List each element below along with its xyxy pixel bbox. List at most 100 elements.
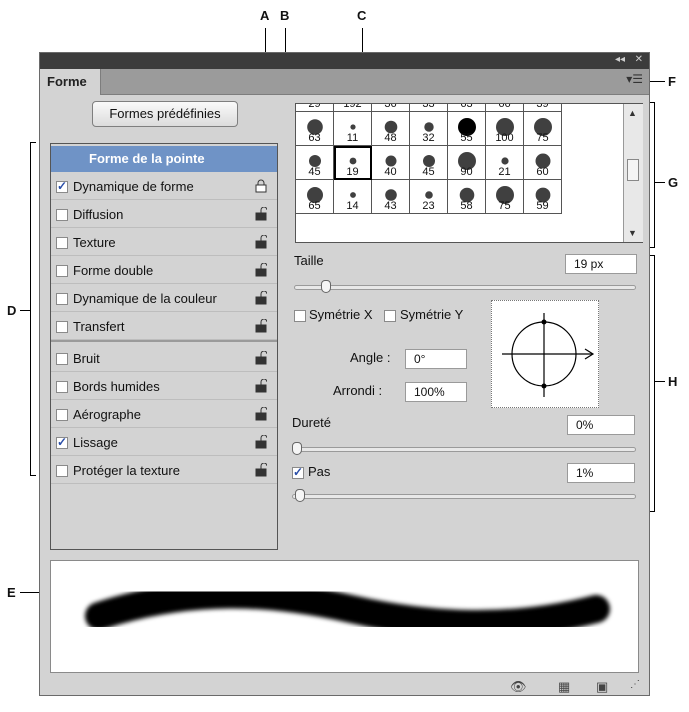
brush-tip-cell[interactable]: 45 [410,146,448,180]
brush-tip-cell[interactable]: 48 [372,112,410,146]
option-checkbox[interactable] [56,265,68,277]
size-slider[interactable] [294,285,636,290]
option-item[interactable]: Bruit [51,346,277,372]
option-item[interactable]: Transfert [51,314,277,340]
brush-tip-cell[interactable]: 33 [410,104,448,112]
brush-tip-cell[interactable]: 58 [448,180,486,214]
brush-tip-cell[interactable]: 11 [334,112,372,146]
scroll-thumb[interactable] [627,159,639,181]
brush-tip-cell[interactable]: 75 [486,180,524,214]
brush-tip-cell[interactable]: 60 [524,146,562,180]
brush-tip-cell[interactable]: 29 [296,104,334,112]
brush-tip-cell[interactable]: 40 [372,146,410,180]
lock-open-icon[interactable] [255,350,268,365]
option-item[interactable]: Forme de la pointe [51,146,277,172]
option-item[interactable]: Aérographe [51,402,277,428]
hardness-slider-knob[interactable] [292,442,302,455]
brush-tip-cell[interactable]: 63 [296,112,334,146]
panel-titlebar[interactable]: ◂◂ ✕ [40,53,649,69]
spacing-field[interactable]: 1% [567,463,635,483]
option-item[interactable]: Texture [51,230,277,256]
brush-tip-cell[interactable]: 65 [296,180,334,214]
option-checkbox[interactable] [56,353,68,365]
brush-tip-cell[interactable]: 39 [524,104,562,112]
lock-open-icon[interactable] [255,234,268,249]
brush-presets-button[interactable]: Formes prédéfinies [92,101,238,127]
size-slider-knob[interactable] [320,280,331,293]
option-checkbox[interactable] [56,435,68,449]
option-label: Forme de la pointe [89,151,205,166]
spacing-checkbox[interactable] [292,465,304,479]
resize-grip-icon[interactable]: ⋰ [630,679,640,690]
brush-tip-cell[interactable]: 63 [448,104,486,112]
brush-tip-cell[interactable]: 23 [410,180,448,214]
roundness-field[interactable]: 100% [405,382,467,402]
option-checkbox[interactable] [56,237,68,249]
brush-tip-cell[interactable]: 100 [486,112,524,146]
lock-open-icon[interactable] [255,262,268,277]
brush-tip-cell[interactable]: 36 [372,104,410,112]
size-field[interactable]: 19 px [565,254,637,274]
option-item[interactable]: Diffusion [51,202,277,228]
brush-tip-cell[interactable]: 45 [296,146,334,180]
lock-open-icon[interactable] [255,378,268,393]
toggle-brush-preview-icon[interactable]: 👁 [510,679,527,695]
option-item[interactable]: Dynamique de forme [51,174,277,200]
brush-tip-cell[interactable]: 192 [334,104,372,112]
lock-closed-icon[interactable] [255,179,267,193]
option-item[interactable]: Protéger la texture [51,458,277,484]
brush-tip-cell[interactable]: 21 [486,146,524,180]
brush-tip-cell[interactable]: 55 [448,112,486,146]
collapse-icon[interactable]: ◂◂ [615,54,625,65]
option-item[interactable]: Bords humides [51,374,277,400]
lock-open-icon[interactable] [255,406,268,421]
option-checkbox[interactable] [56,321,68,333]
option-item[interactable]: Dynamique de la couleur [51,286,277,312]
angle-roundness-widget[interactable] [491,300,599,408]
lock-open-icon[interactable] [255,290,268,305]
brush-tip-cell[interactable]: 90 [448,146,486,180]
brush-tip-size: 58 [460,200,473,212]
lock-open-icon[interactable] [255,206,268,221]
brush-tip-size: 40 [384,166,397,178]
brush-panel-icon[interactable]: ▦ [558,679,570,695]
flip-x-label: Symétrie X [309,307,373,322]
new-brush-icon[interactable]: ▣ [596,679,608,695]
lock-open-icon[interactable] [255,434,268,449]
brush-tip-size: 100 [495,132,514,144]
brush-tip-cell[interactable]: 43 [372,180,410,214]
option-checkbox[interactable] [56,465,68,477]
brush-tip-cell[interactable]: 32 [410,112,448,146]
brush-grid-scrollbar[interactable]: ▲ ▼ [623,104,643,242]
scroll-down-icon[interactable]: ▼ [628,228,637,238]
option-item[interactable]: Forme double [51,258,277,284]
flip-x-checkbox[interactable] [294,310,306,322]
hardness-label: Dureté [292,415,332,430]
spacing-slider-knob[interactable] [295,489,306,502]
option-checkbox[interactable] [56,293,68,305]
brush-tip-cell[interactable]: 59 [524,180,562,214]
option-checkbox[interactable] [56,209,68,221]
brush-panel: ◂◂ ✕ Forme ▾☰ Formes prédéfinies Forme d… [39,52,650,696]
hardness-slider[interactable] [292,447,636,452]
option-checkbox[interactable] [56,179,68,193]
flip-y-checkbox[interactable] [384,310,396,322]
brush-tip-cell[interactable]: 19 [334,146,372,180]
lock-open-icon[interactable] [255,318,268,333]
brush-tip-cell[interactable]: 75 [524,112,562,146]
brush-tip-cell[interactable]: 14 [334,180,372,214]
option-label: Bruit [73,351,100,366]
scroll-up-icon[interactable]: ▲ [628,108,637,118]
brush-tip-cell[interactable]: 66 [486,104,524,112]
hardness-field[interactable]: 0% [567,415,635,435]
panel-menu-icon[interactable]: ▾☰ [626,72,643,86]
tab-forme[interactable]: Forme [40,69,101,95]
spacing-slider[interactable] [292,494,636,499]
angle-field[interactable]: 0° [405,349,467,369]
option-checkbox[interactable] [56,409,68,421]
flip-y-label: Symétrie Y [400,307,464,322]
option-checkbox[interactable] [56,381,68,393]
option-item[interactable]: Lissage [51,430,277,456]
lock-open-icon[interactable] [255,462,268,477]
close-icon[interactable]: ✕ [635,54,643,65]
